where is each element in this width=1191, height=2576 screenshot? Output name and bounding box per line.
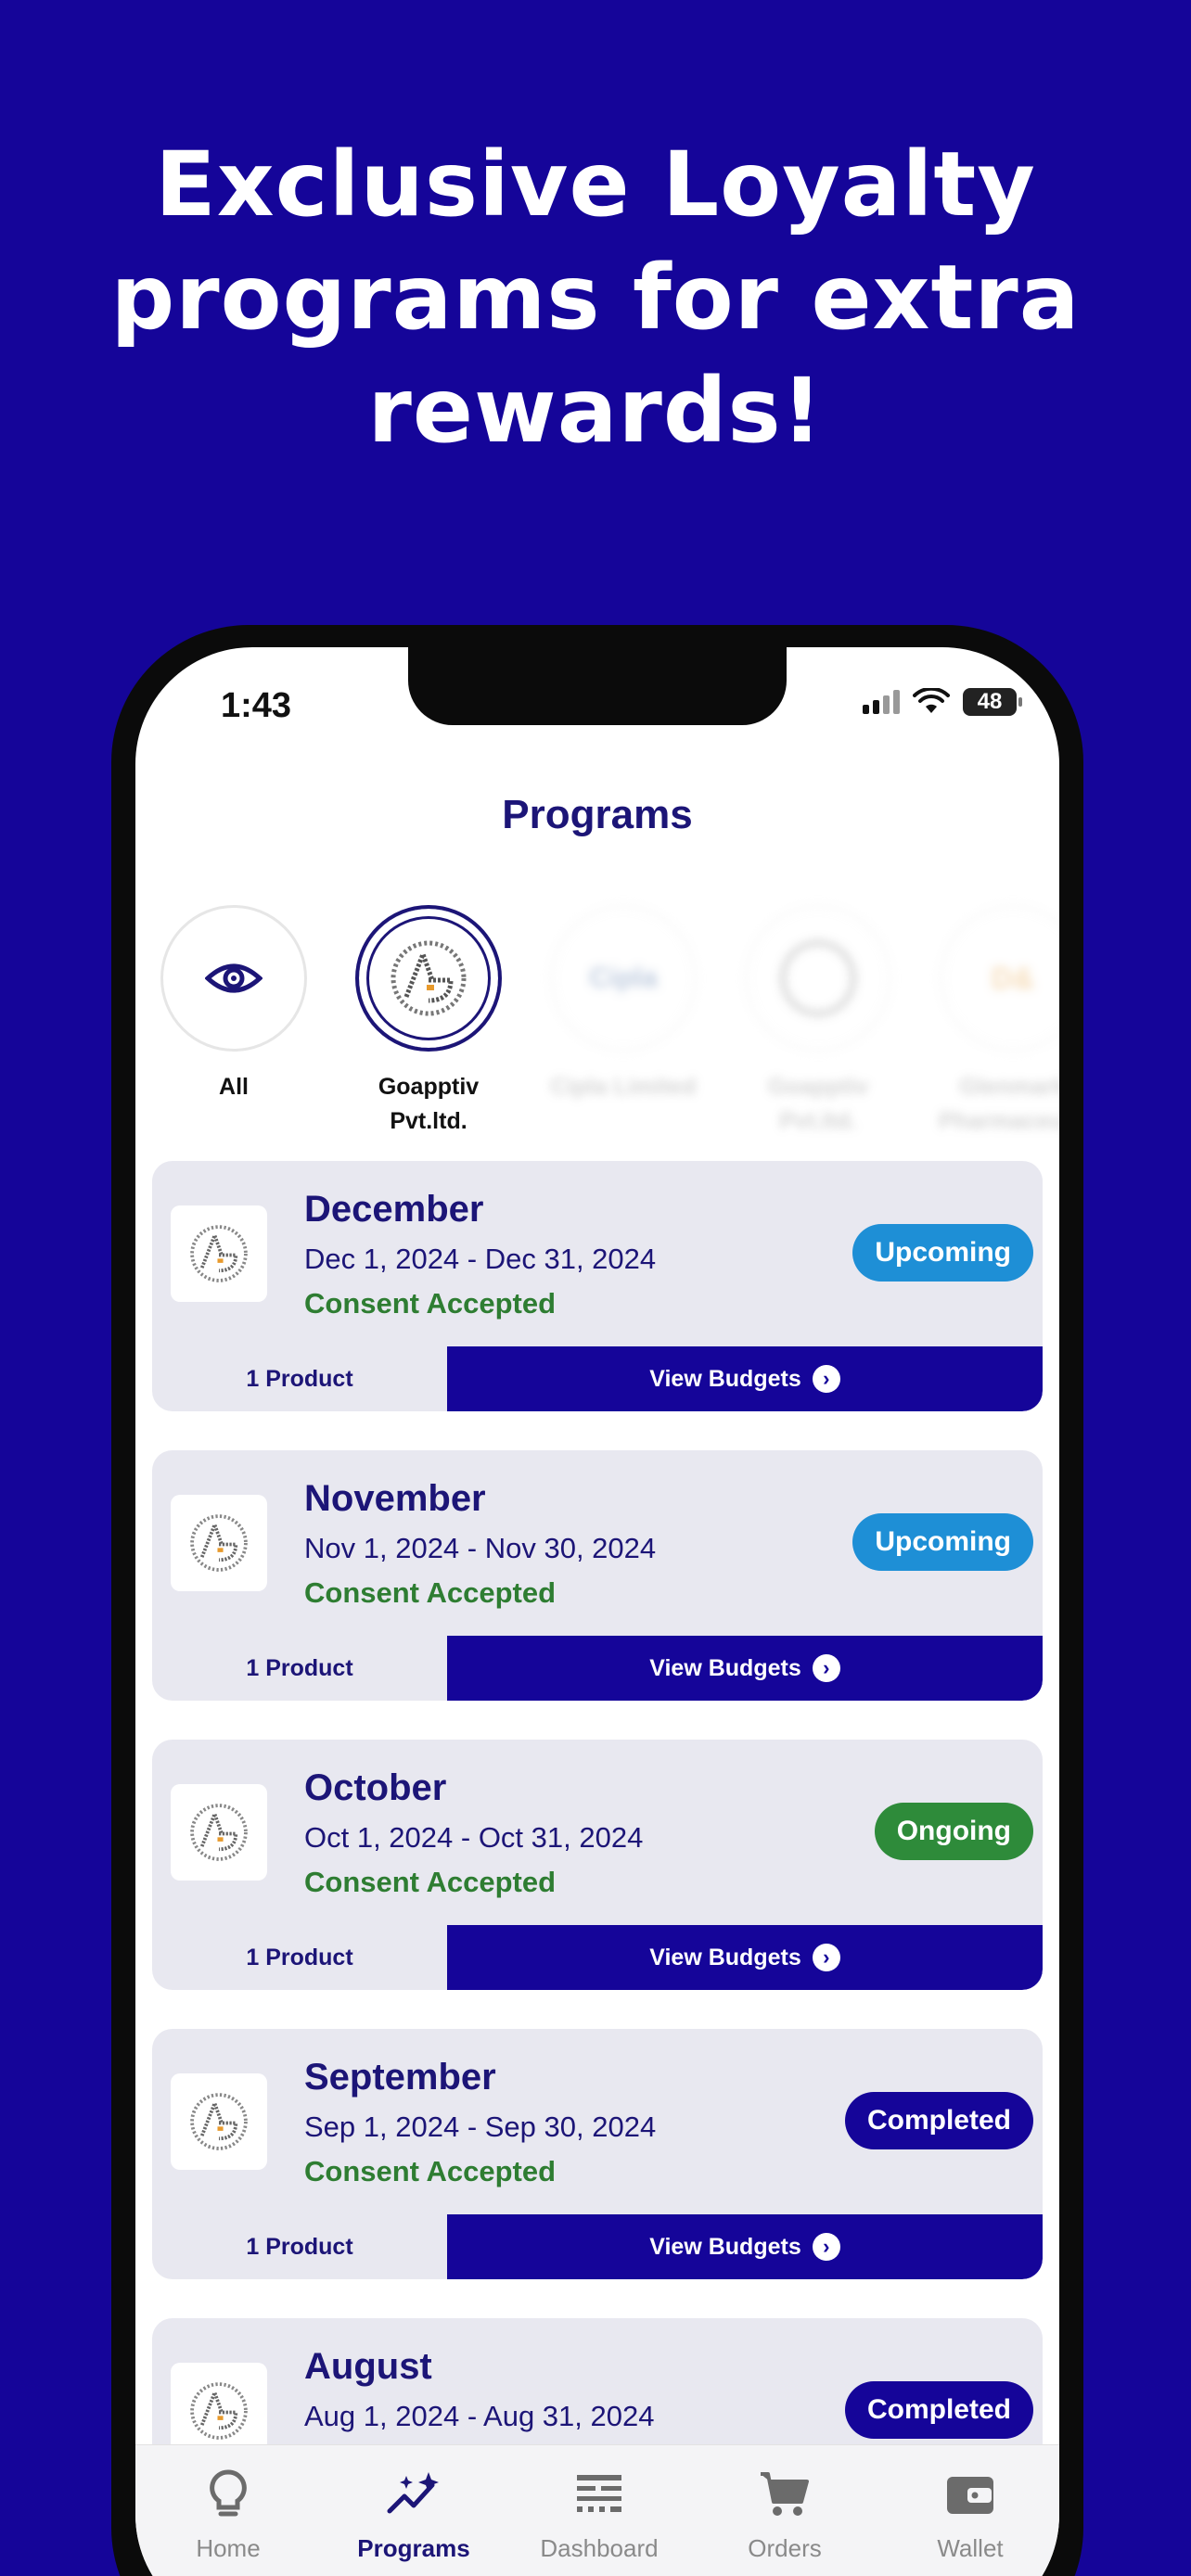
program-date-range: Dec 1, 2024 - Dec 31, 2024 bbox=[304, 1243, 657, 1275]
cart-icon bbox=[761, 2472, 809, 2516]
chevron-right-icon: › bbox=[812, 1365, 840, 1393]
signal-icon bbox=[863, 690, 900, 714]
view-budgets-button[interactable]: View Budgets › bbox=[447, 1346, 1043, 1411]
filter-label: Cipla Limited bbox=[550, 1074, 697, 1100]
chevron-right-icon: › bbox=[812, 1654, 840, 1682]
wallet-icon bbox=[947, 2477, 993, 2514]
filter-glenmark[interactable]: D& Glenmark Pharmaceuticals bbox=[939, 905, 1059, 1139]
wifi-icon bbox=[913, 688, 950, 713]
tab-dashboard[interactable]: Dashboard bbox=[506, 2466, 692, 2563]
program-date-range: Nov 1, 2024 - Nov 30, 2024 bbox=[304, 1532, 657, 1564]
filter-label: All bbox=[219, 1074, 249, 1100]
product-count: 1 Product bbox=[246, 1944, 353, 1970]
filter-cipla[interactable]: Cipla Cipla Limited bbox=[549, 905, 698, 1104]
goapptiv-logo bbox=[171, 2073, 267, 2170]
tab-wallet[interactable]: Wallet bbox=[877, 2466, 1059, 2563]
tab-label: Programs bbox=[357, 2534, 470, 2562]
view-budgets-label: View Budgets bbox=[649, 1944, 801, 1970]
consent-status: Consent Accepted bbox=[304, 1866, 557, 1898]
consent-status: Consent Accepted bbox=[304, 1576, 557, 1609]
program-card[interactable]: November Nov 1, 2024 - Nov 30, 2024 Cons… bbox=[152, 1450, 1043, 1701]
program-date-range: Aug 1, 2024 - Aug 31, 2024 bbox=[304, 2400, 655, 2432]
lightbulb-icon bbox=[210, 2469, 247, 2517]
product-count: 1 Product bbox=[246, 1654, 353, 1681]
phone-screen: 1:43 48 Programs All Goapptiv Pvt.ltd. C… bbox=[135, 647, 1059, 2576]
program-card[interactable]: September Sep 1, 2024 - Sep 30, 2024 Con… bbox=[152, 2029, 1043, 2279]
tab-label: Home bbox=[196, 2534, 261, 2562]
tab-home[interactable]: Home bbox=[135, 2466, 321, 2563]
filter-label: Glenmark Pharmaceuticals bbox=[939, 1074, 1059, 1134]
status-badge: Upcoming bbox=[852, 1224, 1033, 1282]
program-card[interactable]: October Oct 1, 2024 - Oct 31, 2024 Conse… bbox=[152, 1740, 1043, 1990]
headline-line-1: Exclusive Loyalty bbox=[155, 133, 1036, 236]
filter-label-line-1: Goapptiv bbox=[378, 1074, 480, 1100]
status-badge: Upcoming bbox=[852, 1513, 1033, 1571]
dashboard-icon bbox=[577, 2475, 621, 2512]
consent-status: Consent Accepted bbox=[304, 1287, 557, 1320]
goapptiv-logo bbox=[171, 1205, 267, 1302]
filter-label-line-2: Pvt.ltd. bbox=[390, 1108, 467, 1134]
view-budgets-label: View Budgets bbox=[649, 2233, 801, 2260]
status-badge: Completed bbox=[844, 2092, 1033, 2149]
tab-label: Wallet bbox=[937, 2534, 1004, 2562]
page-title: Programs bbox=[502, 792, 693, 837]
chevron-right-icon: › bbox=[812, 1944, 840, 1971]
goapptiv-logo bbox=[391, 940, 467, 1016]
consent-status: Consent Accepted bbox=[304, 2155, 557, 2187]
view-budgets-label: View Budgets bbox=[649, 1365, 801, 1392]
program-date-range: Oct 1, 2024 - Oct 31, 2024 bbox=[304, 1821, 644, 1854]
tab-programs[interactable]: Programs bbox=[321, 2466, 506, 2563]
status-badge: Ongoing bbox=[874, 1803, 1033, 1860]
filter-goapptiv[interactable]: Goapptiv Pvt.ltd. bbox=[354, 905, 503, 1139]
glenmark-logo: D& bbox=[991, 961, 1035, 995]
program-date-range: Sep 1, 2024 - Sep 30, 2024 bbox=[304, 2111, 657, 2143]
program-month: August bbox=[304, 2346, 432, 2387]
view-budgets-label: View Budgets bbox=[649, 1654, 801, 1681]
promo-headline: Exclusive Loyalty programs for extra rew… bbox=[0, 128, 1191, 467]
program-month: November bbox=[304, 1478, 486, 1519]
filter-goapptiv-2[interactable]: Goapptiv Pvt.ltd. bbox=[744, 905, 892, 1139]
headline-line-2: programs for extra bbox=[110, 246, 1081, 350]
goapptiv-logo bbox=[171, 1495, 267, 1591]
status-badge: Completed bbox=[844, 2381, 1033, 2439]
status-icons: 48 bbox=[863, 688, 1022, 716]
program-filter-row: All Goapptiv Pvt.ltd. Cipla Cipla Limite… bbox=[160, 905, 1059, 1137]
program-month: December bbox=[304, 1189, 484, 1230]
headline-line-3: rewards! bbox=[367, 359, 824, 463]
tab-label: Dashboard bbox=[540, 2534, 659, 2562]
bottom-tab-bar: Home Programs Dashboard Orders Wallet bbox=[135, 2444, 1059, 2576]
tab-orders[interactable]: Orders bbox=[692, 2466, 877, 2563]
program-month: October bbox=[304, 1767, 447, 1808]
view-budgets-button[interactable]: View Budgets › bbox=[447, 1925, 1043, 1990]
program-card[interactable]: December Dec 1, 2024 - Dec 31, 2024 Cons… bbox=[152, 1161, 1043, 1411]
filter-all[interactable]: All bbox=[160, 905, 308, 1104]
goapptiv-logo bbox=[171, 1784, 267, 1881]
eye-icon bbox=[205, 963, 263, 993]
program-month: September bbox=[304, 2057, 496, 2098]
notch bbox=[408, 647, 787, 725]
cipla-logo: Cipla bbox=[589, 963, 658, 993]
product-count: 1 Product bbox=[246, 1365, 353, 1392]
view-budgets-button[interactable]: View Budgets › bbox=[447, 1636, 1043, 1701]
view-budgets-button[interactable]: View Budgets › bbox=[447, 2214, 1043, 2279]
chevron-right-icon: › bbox=[812, 2233, 840, 2261]
goapptiv-logo bbox=[780, 940, 856, 1016]
tab-label: Orders bbox=[748, 2534, 822, 2562]
filter-label: Goapptiv Pvt.ltd. bbox=[767, 1074, 869, 1134]
product-count: 1 Product bbox=[246, 2233, 353, 2260]
status-time: 1:43 bbox=[221, 686, 292, 725]
battery-icon: 48 bbox=[963, 688, 1022, 716]
sparkle-chart-icon bbox=[387, 2472, 439, 2514]
